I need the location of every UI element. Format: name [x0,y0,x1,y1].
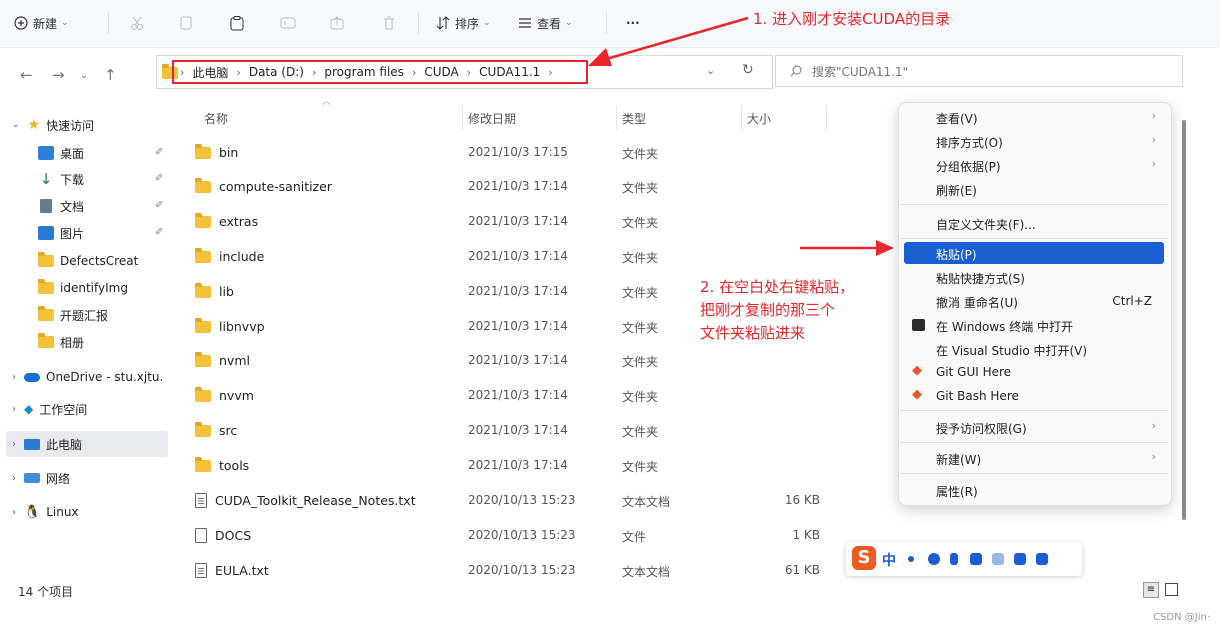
annotation-arrowhead-2 [876,240,894,256]
annotation-step1: 1. 进入刚才安装CUDA的目录 [753,10,951,28]
ime-mode-label[interactable]: 中 [882,550,896,570]
watermark: CSDN @Jin· [1153,612,1210,623]
user-icon[interactable] [992,553,1004,565]
punctuation-icon[interactable] [908,556,914,562]
annotation-step2-line3: 文件夹粘贴进来 [700,324,806,342]
toolbox-icon[interactable] [1036,553,1048,565]
annotation-step2-line2: 把刚才复制的那三个 [700,301,836,319]
skin-icon[interactable] [1014,553,1026,565]
keyboard-icon[interactable] [970,553,982,565]
item-count: 14 个项目 [18,585,74,599]
microphone-icon[interactable] [950,553,958,565]
annotation-arrow-1 [595,16,749,64]
ime-toolbar: S 中 [846,542,1082,576]
annotation-arrowhead-1 [588,48,612,66]
tiles-view-icon[interactable] [1165,583,1178,596]
details-view-icon[interactable]: ≡ [1143,582,1159,598]
annotation-arrows [588,16,894,256]
emoji-icon[interactable] [928,553,940,565]
annotation-step2-line1: 2. 在空白处右键粘贴， [700,278,855,296]
sogou-logo-icon[interactable]: S [852,546,876,570]
